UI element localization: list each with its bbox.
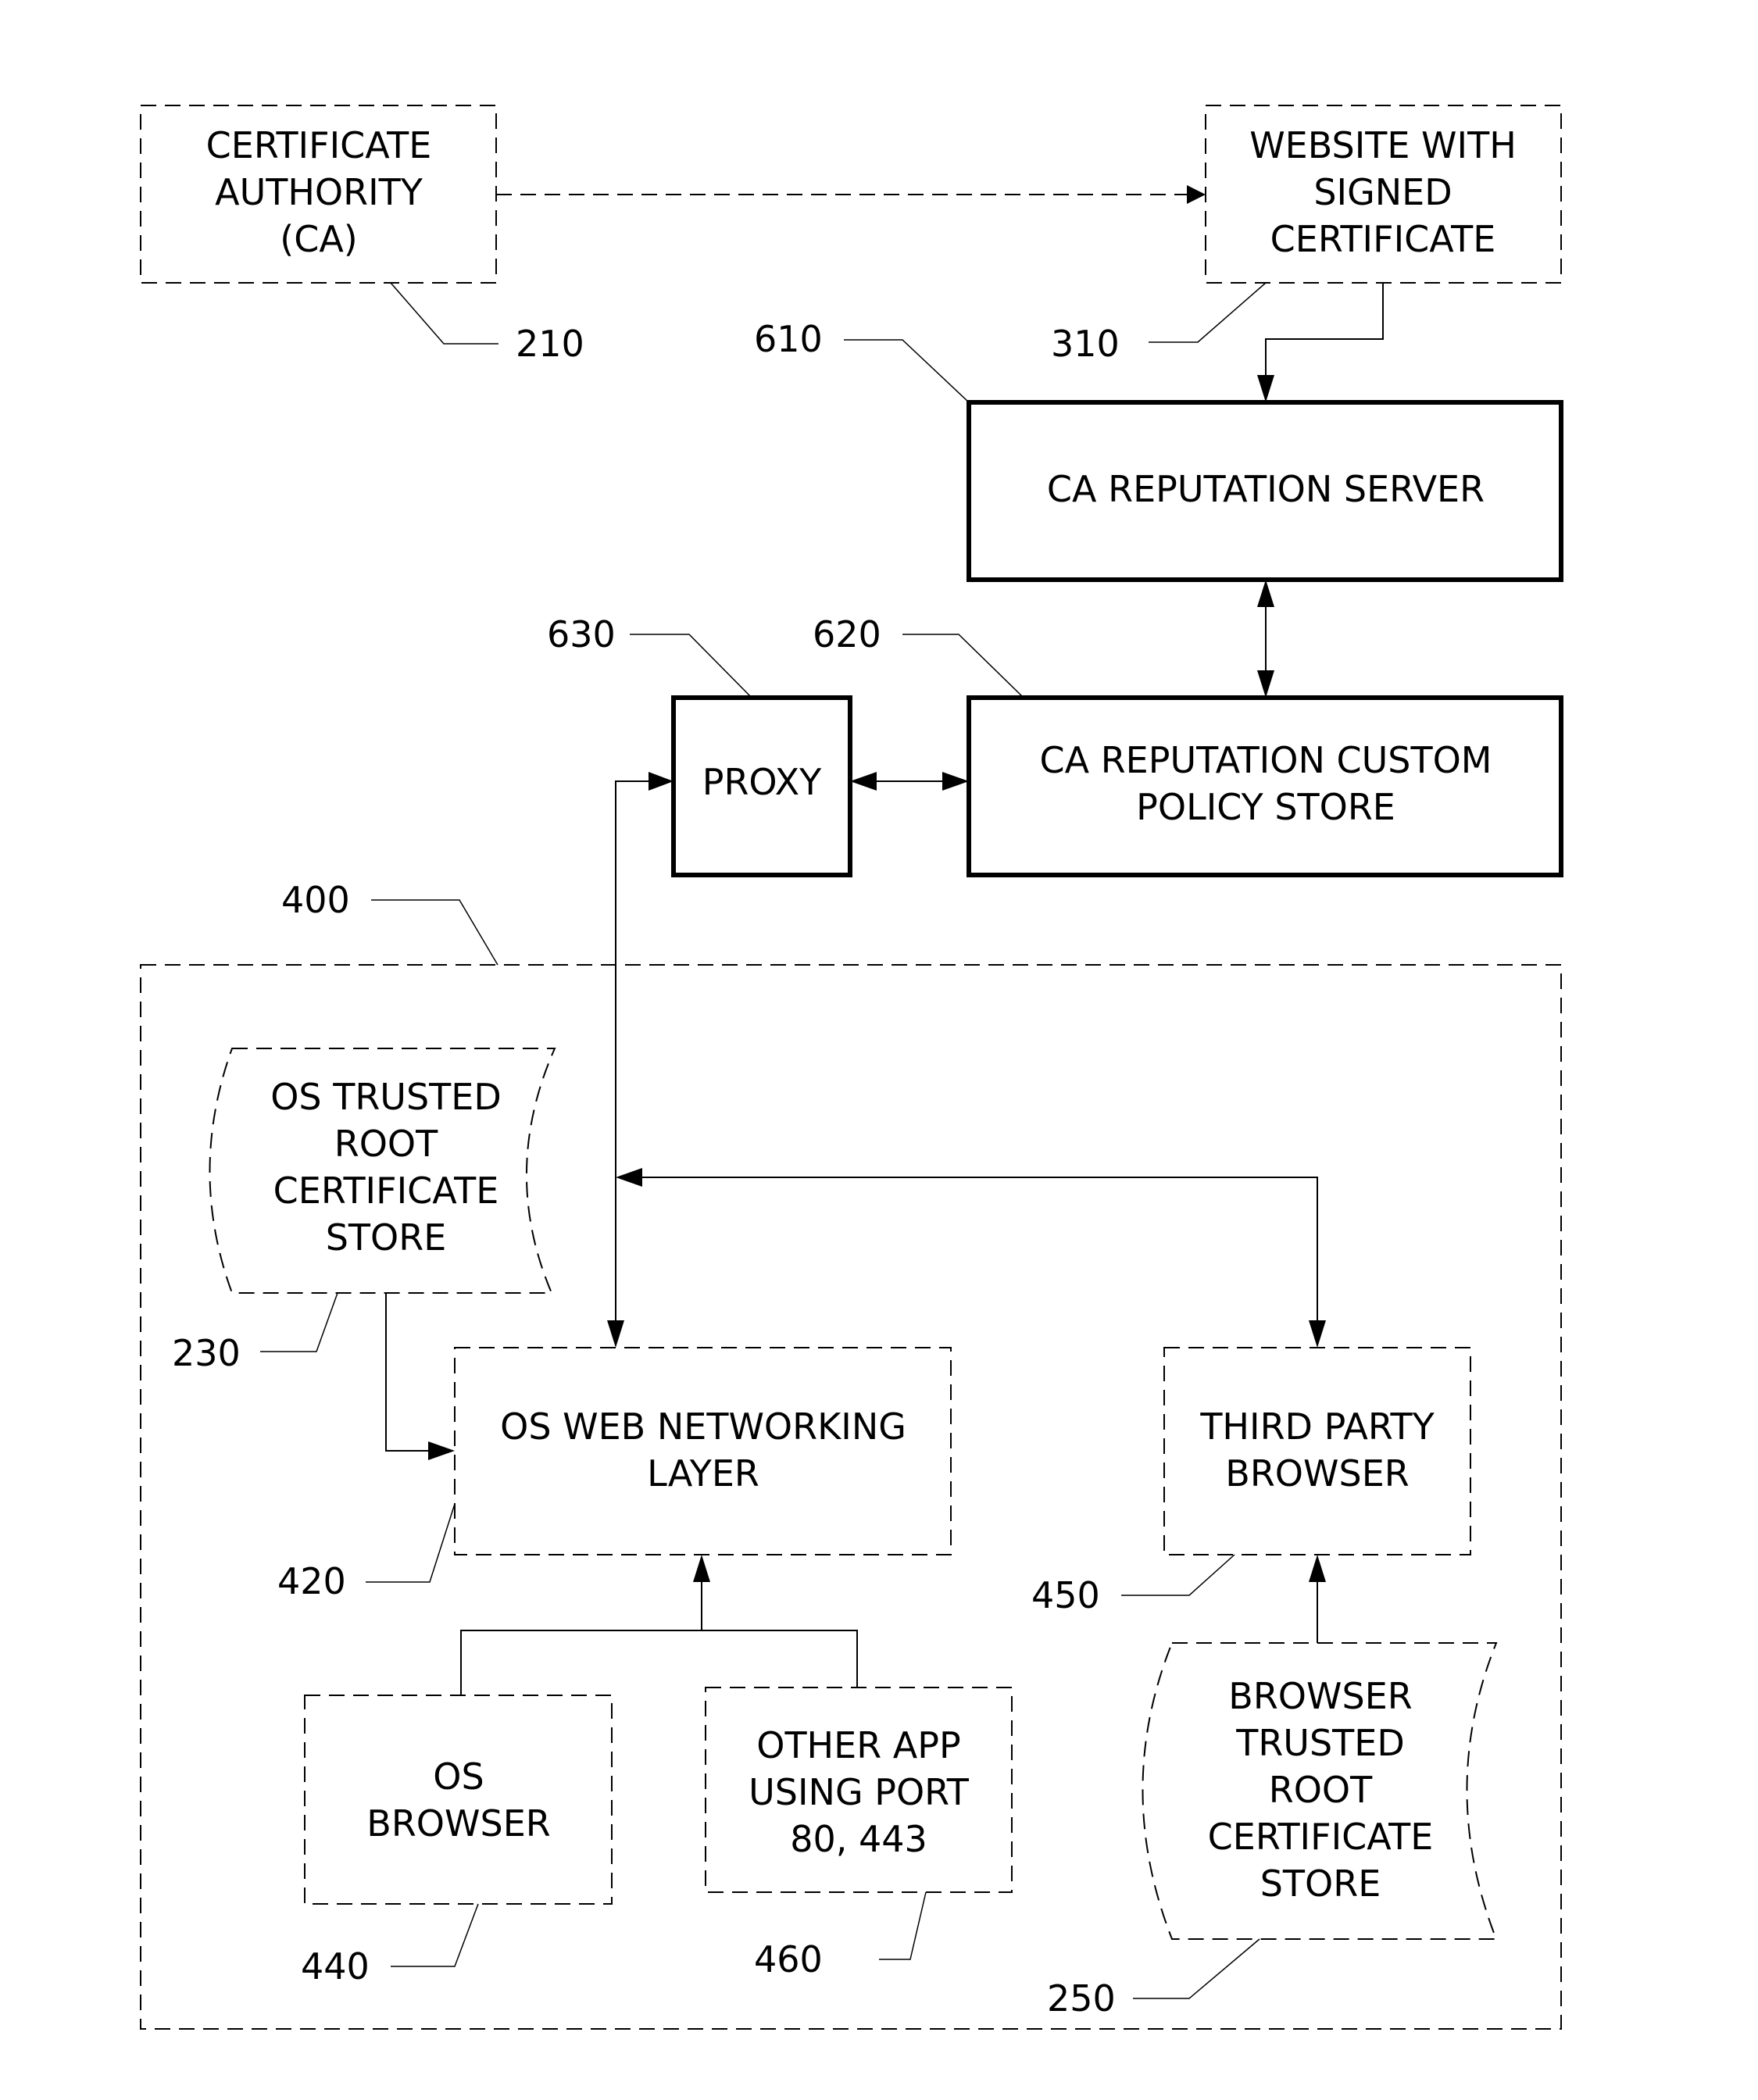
node-os-web-networking-layer[interactable]: OS WEB NETWORKING LAYER 420 bbox=[277, 1347, 952, 1602]
label-line: ROOT bbox=[334, 1123, 438, 1165]
leader-line bbox=[260, 1292, 338, 1352]
leader-line bbox=[902, 634, 1024, 698]
label-line: STORE bbox=[326, 1216, 447, 1259]
ref-400: 400 bbox=[281, 879, 350, 921]
label-line: CERTIFICATE bbox=[206, 124, 432, 166]
leader-line bbox=[390, 282, 498, 345]
label-line: LAYER bbox=[647, 1452, 759, 1495]
arrowhead bbox=[1257, 670, 1274, 698]
arrowhead bbox=[1187, 185, 1206, 204]
ref-420: 420 bbox=[277, 1560, 346, 1602]
leader-line bbox=[1121, 1554, 1235, 1596]
label-line: POLICY STORE bbox=[1136, 786, 1395, 828]
label-line: CERTIFICATE bbox=[1208, 1816, 1434, 1858]
edge-osnet-proxy bbox=[615, 780, 656, 1330]
ref-460: 460 bbox=[754, 1938, 823, 1980]
arrowhead bbox=[649, 772, 674, 791]
ref-230: 230 bbox=[172, 1332, 241, 1374]
arrowhead bbox=[693, 1555, 710, 1582]
leader-line bbox=[1149, 282, 1267, 343]
label-line: CERTIFICATE bbox=[1270, 218, 1496, 260]
node-browser-trusted-root-store[interactable]: BROWSER TRUSTED ROOT CERTIFICATE STORE 2… bbox=[1047, 1642, 1498, 2020]
arrowhead bbox=[607, 1320, 624, 1348]
label-line: BROWSER bbox=[1228, 1675, 1412, 1717]
leader-line bbox=[371, 899, 498, 966]
leader-line bbox=[630, 634, 752, 698]
node-os-trusted-root-store[interactable]: OS TRUSTED ROOT CERTIFICATE STORE 230 bbox=[172, 1048, 556, 1374]
leader-line bbox=[879, 1891, 927, 1960]
label-line: PROXY bbox=[702, 761, 822, 803]
leader-line bbox=[391, 1903, 479, 1967]
ref-630: 630 bbox=[547, 613, 616, 655]
arrowhead bbox=[942, 772, 969, 791]
ref-450: 450 bbox=[1031, 1574, 1100, 1616]
node-ca-reputation-server[interactable]: CA REPUTATION SERVER 610 bbox=[754, 318, 1563, 582]
label-line: 80, 443 bbox=[790, 1818, 927, 1860]
arrowhead bbox=[1309, 1320, 1326, 1348]
label-line: BROWSER bbox=[366, 1802, 550, 1845]
arrowhead bbox=[850, 772, 877, 791]
label-line: USING PORT bbox=[749, 1771, 970, 1813]
label-line: CA REPUTATION CUSTOM bbox=[1040, 739, 1492, 781]
label-line: OS TRUSTED bbox=[270, 1076, 502, 1118]
leader-line bbox=[844, 339, 970, 403]
edge-osstore-osnet bbox=[385, 1293, 438, 1452]
label-line: OS bbox=[433, 1755, 484, 1798]
edge-thirdbrowser-proxyline bbox=[631, 1177, 1318, 1330]
edge-osbrowser-osnet bbox=[460, 1630, 858, 1695]
arrowhead bbox=[1309, 1555, 1326, 1582]
ref-620: 620 bbox=[813, 613, 881, 655]
ref-310: 310 bbox=[1051, 323, 1120, 365]
arrowhead bbox=[1257, 375, 1274, 402]
label-line: TRUSTED bbox=[1235, 1722, 1405, 1764]
label-line: ROOT bbox=[1269, 1769, 1373, 1811]
arrowhead bbox=[616, 1168, 642, 1187]
label-line: THIRD PARTY bbox=[1199, 1405, 1435, 1448]
label-line: AUTHORITY bbox=[215, 171, 423, 213]
arrowhead bbox=[1257, 580, 1274, 607]
label-line: (CA) bbox=[280, 218, 357, 260]
node-proxy[interactable]: PROXY 630 bbox=[547, 613, 852, 877]
node-ca-reputation-policy-store[interactable]: CA REPUTATION CUSTOM POLICY STORE 620 bbox=[813, 613, 1563, 877]
label-line: CERTIFICATE bbox=[273, 1170, 499, 1212]
node-third-party-browser[interactable]: THIRD PARTY BROWSER 450 bbox=[1031, 1347, 1471, 1616]
label-line: OTHER APP bbox=[756, 1724, 961, 1766]
diagram-canvas: 400 CERTIFICATE AUTHORITY (CA) 210 WEBSI… bbox=[140, 105, 1563, 2030]
leader-line bbox=[1133, 1938, 1260, 1999]
leader-line bbox=[366, 1503, 456, 1583]
label-line: SIGNED bbox=[1313, 171, 1452, 213]
label-line: STORE bbox=[1260, 1862, 1381, 1905]
edge-website-repserver bbox=[1265, 283, 1384, 386]
arrowhead bbox=[428, 1441, 455, 1460]
ref-440: 440 bbox=[301, 1945, 370, 1988]
label-line: CA REPUTATION SERVER bbox=[1047, 468, 1485, 510]
node-os-browser[interactable]: OS BROWSER 440 bbox=[301, 1695, 613, 1988]
node-certificate-authority[interactable]: CERTIFICATE AUTHORITY (CA) 210 bbox=[140, 105, 584, 365]
label-line: OS WEB NETWORKING bbox=[500, 1405, 906, 1448]
ref-610: 610 bbox=[754, 318, 823, 360]
label-line: BROWSER bbox=[1225, 1452, 1409, 1495]
node-other-app[interactable]: OTHER APP USING PORT 80, 443 460 bbox=[705, 1687, 1013, 1980]
node-website-signed-certificate[interactable]: WEBSITE WITH SIGNED CERTIFICATE 310 bbox=[1051, 105, 1562, 365]
ref-250: 250 bbox=[1047, 1977, 1116, 2020]
label-line: WEBSITE WITH bbox=[1249, 124, 1517, 166]
ref-210: 210 bbox=[516, 323, 584, 365]
